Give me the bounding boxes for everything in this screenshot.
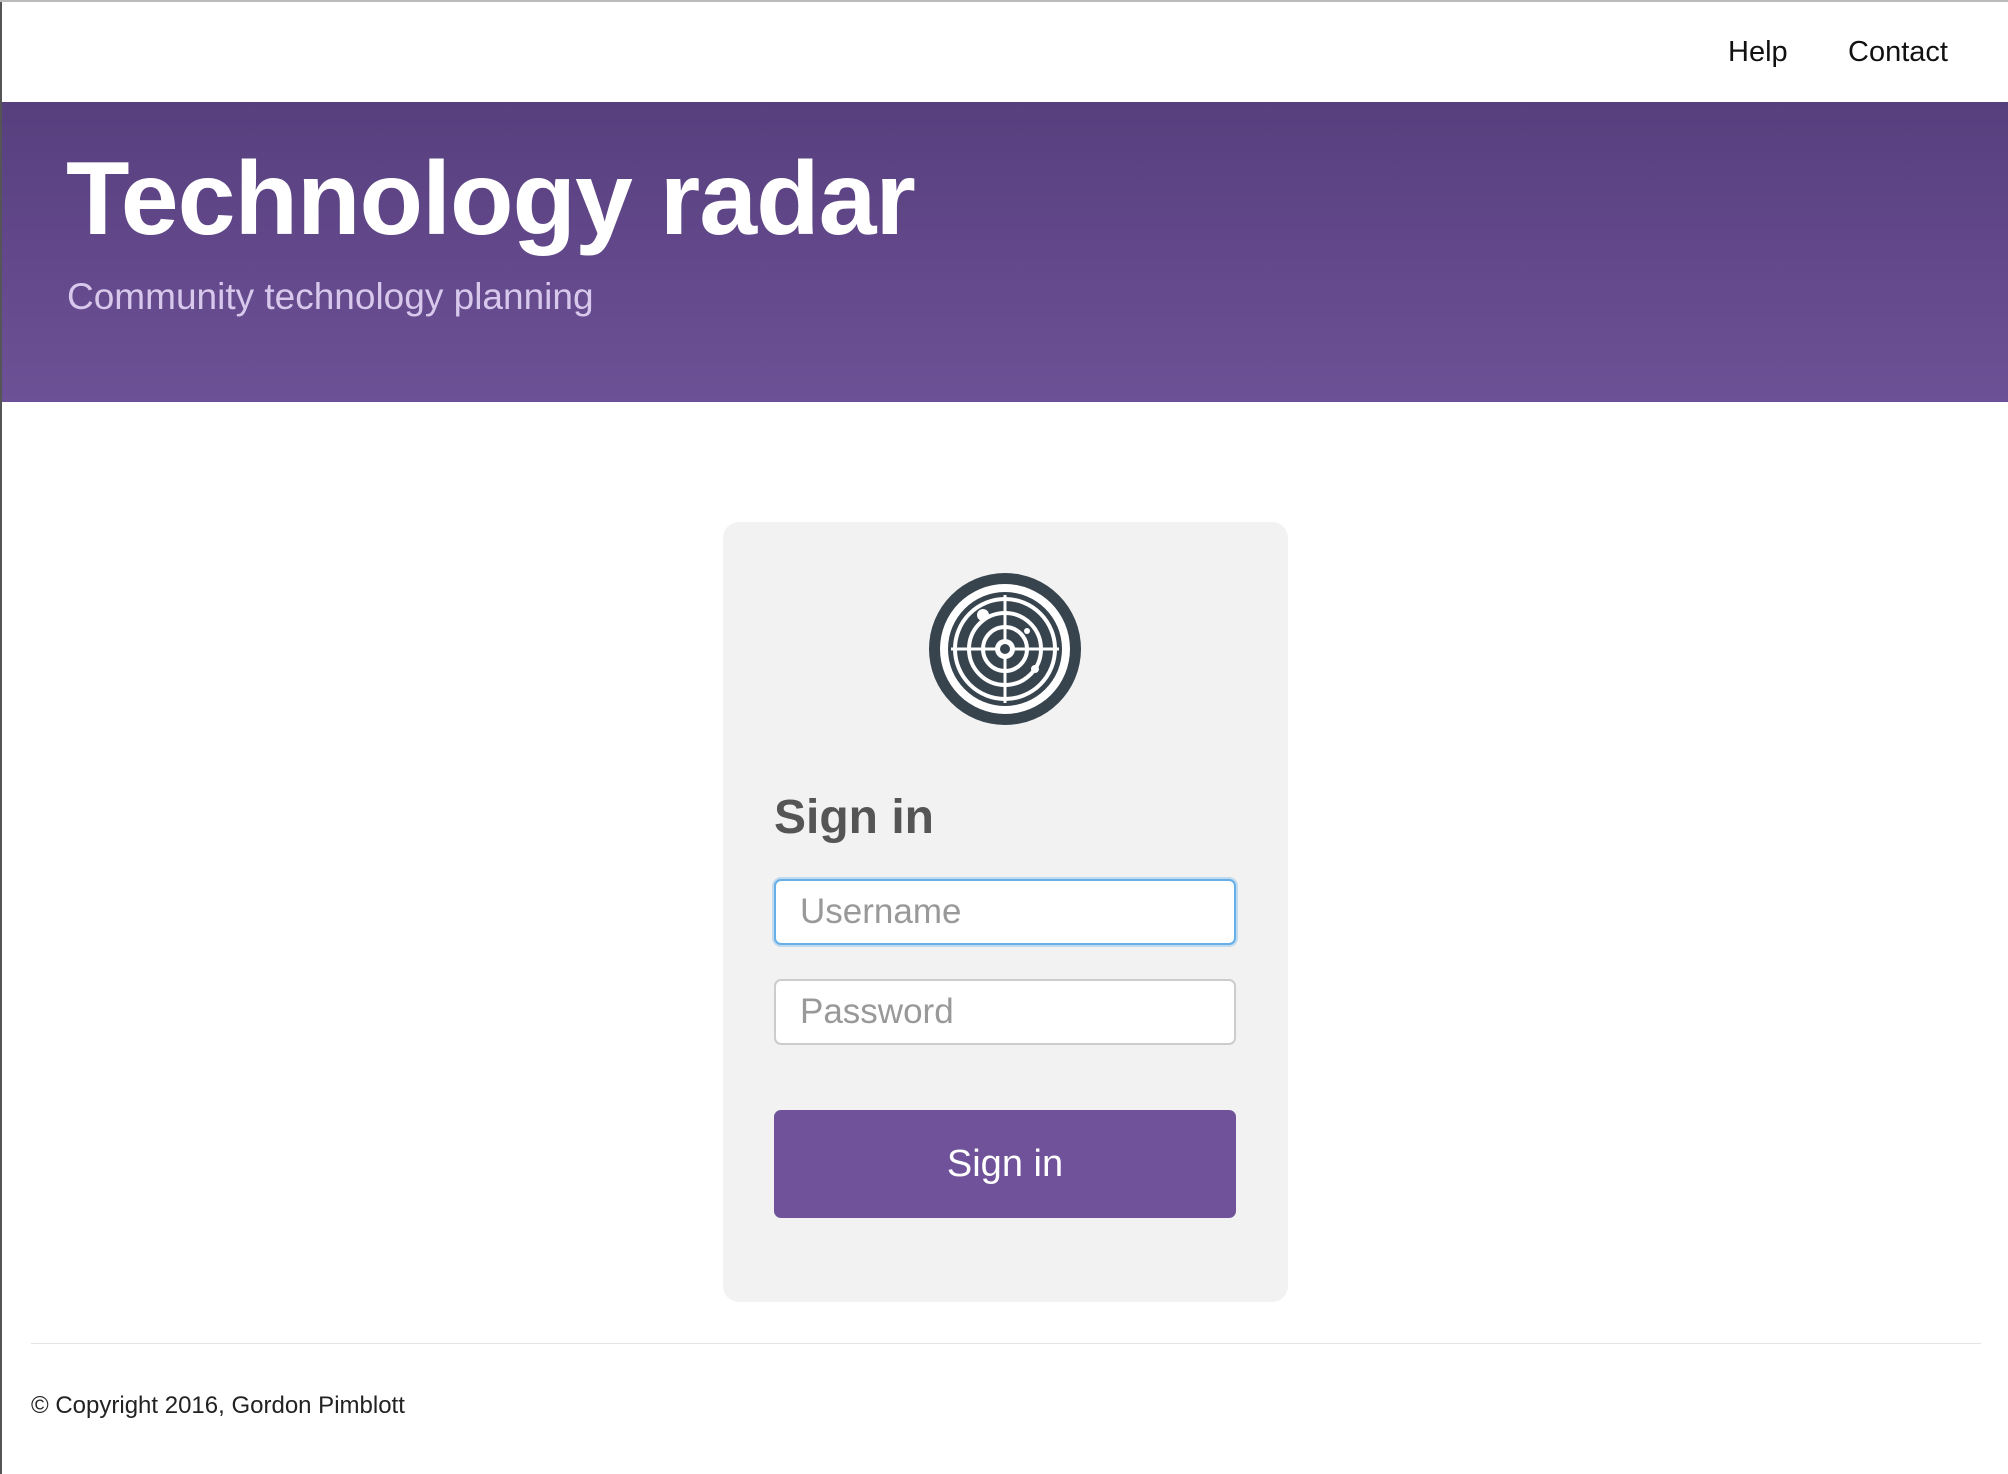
top-navigation: Help Contact (2, 2, 2008, 102)
nav-link-help[interactable]: Help (1728, 36, 1788, 69)
password-input[interactable] (774, 979, 1236, 1045)
page-subtitle: Community technology planning (67, 276, 594, 317)
signin-button[interactable]: Sign in (774, 1110, 1236, 1218)
nav-link-contact[interactable]: Contact (1848, 36, 1948, 69)
page-title: Technology radar (66, 141, 916, 257)
signin-card: Sign in Sign in (723, 522, 1288, 1302)
username-input[interactable] (774, 879, 1236, 945)
footer-divider (31, 1343, 1981, 1344)
footer-copyright: © Copyright 2016, Gordon Pimblott (31, 1392, 405, 1419)
radar-icon (929, 573, 1081, 725)
signin-heading: Sign in (774, 791, 934, 844)
header-banner: Technology radar Community technology pl… (2, 102, 2008, 402)
